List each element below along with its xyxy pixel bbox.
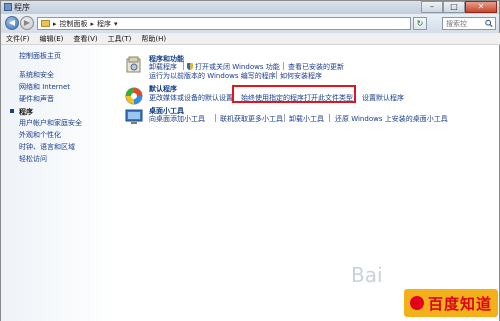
sidebar-item-user-accounts[interactable]: 用户帐户和家庭安全	[19, 118, 82, 128]
folder-icon	[41, 20, 50, 27]
link-separator	[284, 114, 285, 122]
link-separator	[276, 71, 277, 79]
media-device-defaults-link[interactable]: 更改媒体或设备的默认设置	[149, 93, 233, 103]
restore-gadgets-link[interactable]: 还原 Windows 上安装的桌面小工具	[335, 114, 448, 124]
default-programs-icon	[125, 87, 143, 105]
how-to-install-link[interactable]: 如何安装程序	[280, 71, 322, 81]
uninstall-gadget-link[interactable]: 卸载小工具	[289, 114, 324, 124]
search-input[interactable]	[446, 18, 482, 29]
minimize-button[interactable]: –	[421, 1, 443, 13]
desktop-gadgets-icon	[125, 109, 143, 124]
menu-view[interactable]: 查看(V)	[73, 34, 97, 44]
menu-edit[interactable]: 编辑(E)	[40, 34, 64, 44]
sidebar-item-appearance[interactable]: 外观和个性化	[19, 130, 61, 140]
compatibility-link[interactable]: 运行为以前版本的 Windows 编写的程序	[149, 71, 276, 81]
highlight-annotation	[232, 85, 356, 103]
sidebar-item-system-security[interactable]: 系统和安全	[19, 70, 54, 80]
search-icon[interactable]	[485, 19, 493, 28]
maximize-button[interactable]: □	[443, 1, 465, 13]
set-default-programs-link[interactable]: 设置默认程序	[362, 93, 404, 103]
search-box[interactable]	[442, 17, 496, 30]
uac-shield-icon	[187, 63, 193, 70]
breadcrumb[interactable]: ▸ 控制面板 ▸ 程序 ▾	[37, 17, 411, 30]
programs-features-icon	[126, 56, 141, 73]
baidu-watermark: 百度知道	[404, 289, 498, 317]
menu-file[interactable]: 文件(F)	[6, 34, 30, 44]
watermark-text: 百度知道	[427, 294, 492, 313]
add-gadgets-link[interactable]: 向桌面添加小工具	[149, 114, 205, 124]
refresh-button[interactable]: ↻	[413, 17, 427, 30]
current-item-bullet-icon	[10, 109, 14, 113]
link-separator	[183, 62, 184, 70]
window-title: 程序	[14, 3, 30, 12]
window-icon	[4, 3, 12, 11]
breadcrumb-control-panel[interactable]: 控制面板	[60, 19, 88, 29]
sidebar-item-ease-of-access[interactable]: 轻松访问	[19, 154, 47, 164]
windows-features-label: 打开或关闭 Windows 功能	[195, 63, 280, 71]
sidebar-item-home[interactable]: 控制面板主页	[19, 51, 61, 61]
forward-button[interactable]: ▶	[20, 16, 34, 30]
address-bar: ◀ ▶ ▸ 控制面板 ▸ 程序 ▾ ↻	[1, 14, 499, 33]
sidebar-item-programs: 程序	[19, 108, 33, 116]
baidu-paw-icon	[409, 296, 424, 310]
breadcrumb-separator-icon: ▸	[90, 19, 95, 28]
back-button[interactable]: ◀	[5, 16, 19, 30]
menu-tools[interactable]: 工具(T)	[108, 34, 132, 44]
link-separator	[215, 114, 216, 122]
close-button[interactable]: ✕	[465, 1, 497, 13]
main-content: 程序和功能 卸载程序 打开或关闭 Windows 功能 查看已安装的更新 运行为…	[116, 45, 499, 321]
watermark-faint-text: Bai	[351, 263, 383, 287]
sidebar: 控制面板主页 系统和安全 网络和 Internet 硬件和声音 程序 用户帐户和…	[1, 45, 116, 321]
breadcrumb-separator-icon: ▸	[53, 19, 57, 28]
menu-help[interactable]: 帮助(H)	[141, 34, 166, 44]
sidebar-item-network[interactable]: 网络和 Internet	[19, 82, 70, 92]
control-panel-window: 程序 – □ ✕ ◀ ▶ ▸ 控制面板 ▸ 程序 ▾ ↻ 文件(F) 编辑(E)	[0, 0, 500, 321]
menu-bar: 文件(F) 编辑(E) 查看(V) 工具(T) 帮助(H)	[1, 33, 500, 45]
sidebar-item-clock-language[interactable]: 时钟、语言和区域	[19, 142, 75, 152]
title-bar: 程序 – □ ✕	[1, 1, 499, 14]
link-separator	[329, 114, 330, 122]
breadcrumb-dropdown-icon[interactable]: ▾	[114, 20, 118, 28]
breadcrumb-programs[interactable]: 程序	[97, 19, 111, 29]
window-controls: – □ ✕	[421, 1, 497, 13]
link-separator	[283, 62, 284, 70]
more-gadgets-online-link[interactable]: 联机获取更多小工具	[220, 114, 283, 124]
sidebar-item-hardware-sound[interactable]: 硬件和声音	[19, 94, 54, 104]
